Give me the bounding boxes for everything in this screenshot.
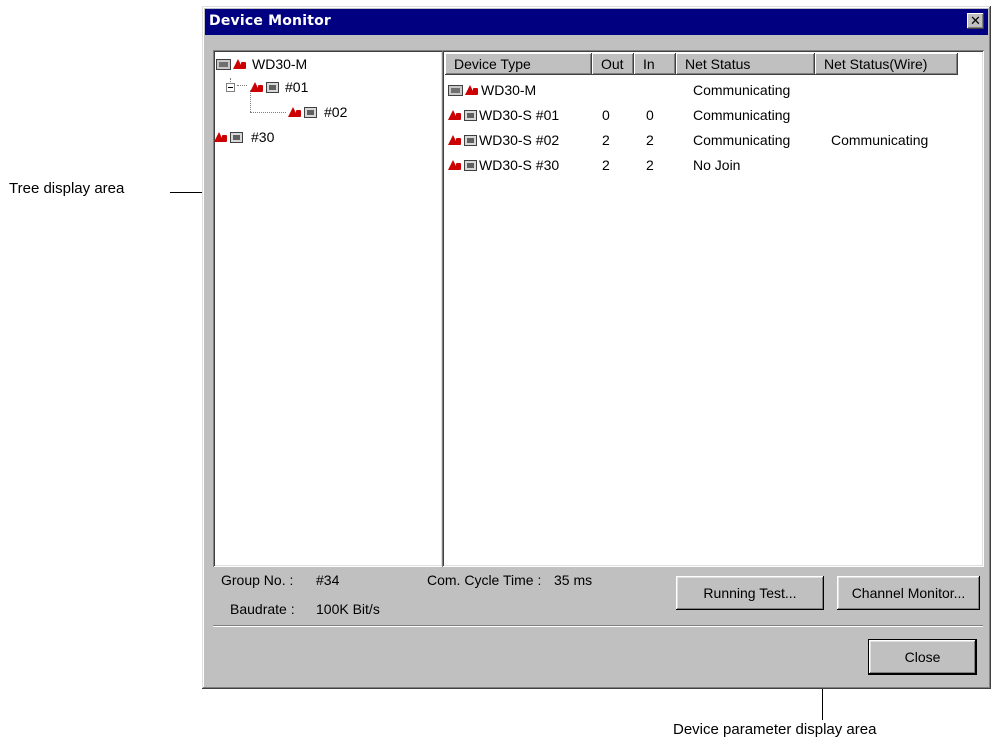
status-alert-icon: [465, 83, 479, 96]
table-row[interactable]: WD30-S #02 2 2 Communicating Communicati…: [445, 128, 981, 152]
cell-net-status: Communicating: [693, 107, 791, 123]
tree-node-01[interactable]: #01: [213, 77, 443, 97]
status-alert-icon: [233, 57, 247, 70]
status-alert-icon: [288, 105, 302, 118]
slave-device-icon: [464, 160, 477, 171]
cell-out: 0: [602, 107, 610, 123]
table-row[interactable]: WD30-S #30 2 2 No Join: [445, 153, 981, 177]
cell-net-status: No Join: [693, 157, 741, 173]
tree-node-02[interactable]: #02: [213, 102, 443, 122]
tree-node-30[interactable]: #30: [213, 127, 443, 147]
status-alert-icon: [448, 133, 462, 146]
close-button[interactable]: Close: [868, 639, 977, 675]
table-row[interactable]: WD30-M Communicating: [445, 78, 981, 102]
cell-in: 0: [646, 107, 654, 123]
slave-device-icon: [464, 110, 477, 121]
cell-net-status-wire: Communicating: [831, 132, 929, 148]
column-header-net-status[interactable]: Net Status: [676, 53, 815, 75]
cell-out: 2: [602, 157, 610, 173]
title-bar[interactable]: Device Monitor ✕: [205, 9, 988, 35]
separator: [213, 626, 983, 627]
tree-node-label: #01: [285, 79, 309, 95]
column-header-net-status-wire[interactable]: Net Status(Wire): [815, 53, 958, 75]
tree-node-master[interactable]: WD30-M: [213, 54, 443, 74]
column-header-in[interactable]: In: [634, 53, 676, 75]
master-device-icon: [448, 85, 463, 96]
list-header: Device Type Out In Net Status Net Status…: [445, 53, 981, 75]
cell-in: 2: [646, 157, 654, 173]
tree-area-callout: Tree display area: [9, 180, 125, 197]
running-test-button[interactable]: Running Test...: [676, 576, 824, 610]
status-alert-icon: [250, 80, 264, 93]
cell-in: 2: [646, 132, 654, 148]
cell-net-status: Communicating: [693, 82, 791, 98]
window-title: Device Monitor: [209, 13, 332, 29]
column-header-device-type[interactable]: Device Type: [445, 53, 592, 75]
param-area-callout: Device parameter display area: [673, 721, 877, 738]
slave-device-icon: [230, 132, 243, 143]
tree-node-label: #30: [251, 129, 275, 145]
cycle-time-value: 35 ms: [554, 572, 593, 588]
cell-net-status: Communicating: [693, 132, 791, 148]
channel-monitor-button[interactable]: Channel Monitor...: [837, 576, 980, 610]
slave-device-icon: [464, 135, 477, 146]
baudrate-label: Baudrate :: [230, 601, 295, 617]
baudrate-value: 100K Bit/s: [316, 601, 380, 617]
cell-out: 2: [602, 132, 610, 148]
tree-view[interactable]: WD30-M #01 #02 #30: [213, 50, 443, 567]
status-alert-icon: [448, 108, 462, 121]
collapse-icon[interactable]: [226, 83, 235, 92]
column-header-out[interactable]: Out: [592, 53, 634, 75]
master-device-icon: [216, 59, 231, 70]
group-number-value: #34: [316, 572, 340, 588]
table-row[interactable]: WD30-S #01 0 0 Communicating: [445, 103, 981, 127]
device-monitor-window: Device Monitor ✕ WD30-M #01 #02 #30 Devi…: [202, 6, 991, 689]
tree-node-label: WD30-M: [252, 56, 308, 72]
status-alert-icon: [448, 158, 462, 171]
cell-device-type: WD30-S #30: [479, 157, 560, 173]
slave-device-icon: [266, 82, 279, 93]
cell-device-type: WD30-M: [481, 82, 537, 98]
cell-device-type: WD30-S #01: [479, 107, 560, 123]
tree-node-label: #02: [324, 104, 348, 120]
group-number-label: Group No. :: [221, 572, 294, 588]
close-icon[interactable]: ✕: [967, 13, 984, 29]
device-list-view[interactable]: Device Type Out In Net Status Net Status…: [442, 50, 984, 567]
slave-device-icon: [304, 107, 317, 118]
cell-device-type: WD30-S #02: [479, 132, 560, 148]
status-alert-icon: [214, 130, 228, 143]
cycle-time-label: Com. Cycle Time :: [427, 572, 542, 588]
